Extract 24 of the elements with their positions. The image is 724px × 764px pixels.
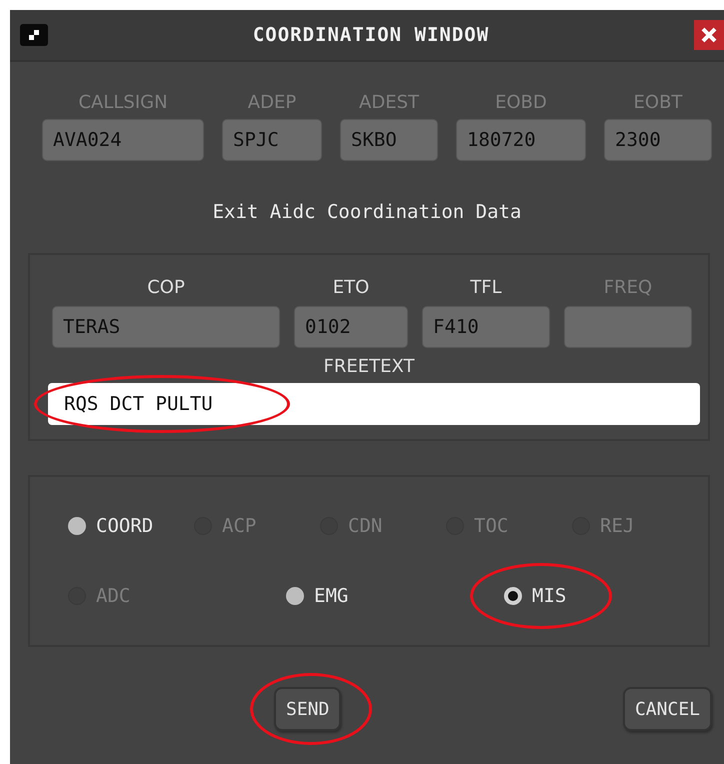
radio-option[interactable]: COORD <box>68 515 154 537</box>
section-title: Exit Aidc Coordination Data <box>212 201 522 223</box>
input-field[interactable]: F410 <box>422 306 550 348</box>
input-field[interactable]: TERAS <box>52 306 280 348</box>
field-label: ADEP <box>248 92 296 113</box>
field-label: EOBT <box>634 92 682 113</box>
window-menu-icon[interactable] <box>20 24 48 46</box>
field-label: ADEST <box>359 92 419 113</box>
field-label: FREETEXT <box>322 356 416 377</box>
field-label: CALLSIGN <box>78 92 168 113</box>
field-label: TFL <box>470 277 502 298</box>
field-label: COP <box>147 277 185 298</box>
button[interactable]: SEND <box>274 687 342 731</box>
field-label: ETO <box>332 277 370 298</box>
button[interactable]: CANCEL <box>622 687 712 731</box>
radio-option[interactable]: EMG <box>286 585 348 607</box>
input-field[interactable] <box>564 306 692 348</box>
window-title: COORDINATION WINDOW <box>252 24 490 46</box>
field-label: FREQ <box>604 277 652 298</box>
input-field[interactable]: 0102 <box>294 306 408 348</box>
close-icon[interactable] <box>694 20 724 50</box>
freetext-field[interactable]: RQS DCT PULTU <box>48 383 700 425</box>
radio-option[interactable]: MIS <box>504 585 566 607</box>
field-label: EOBD <box>495 92 547 113</box>
